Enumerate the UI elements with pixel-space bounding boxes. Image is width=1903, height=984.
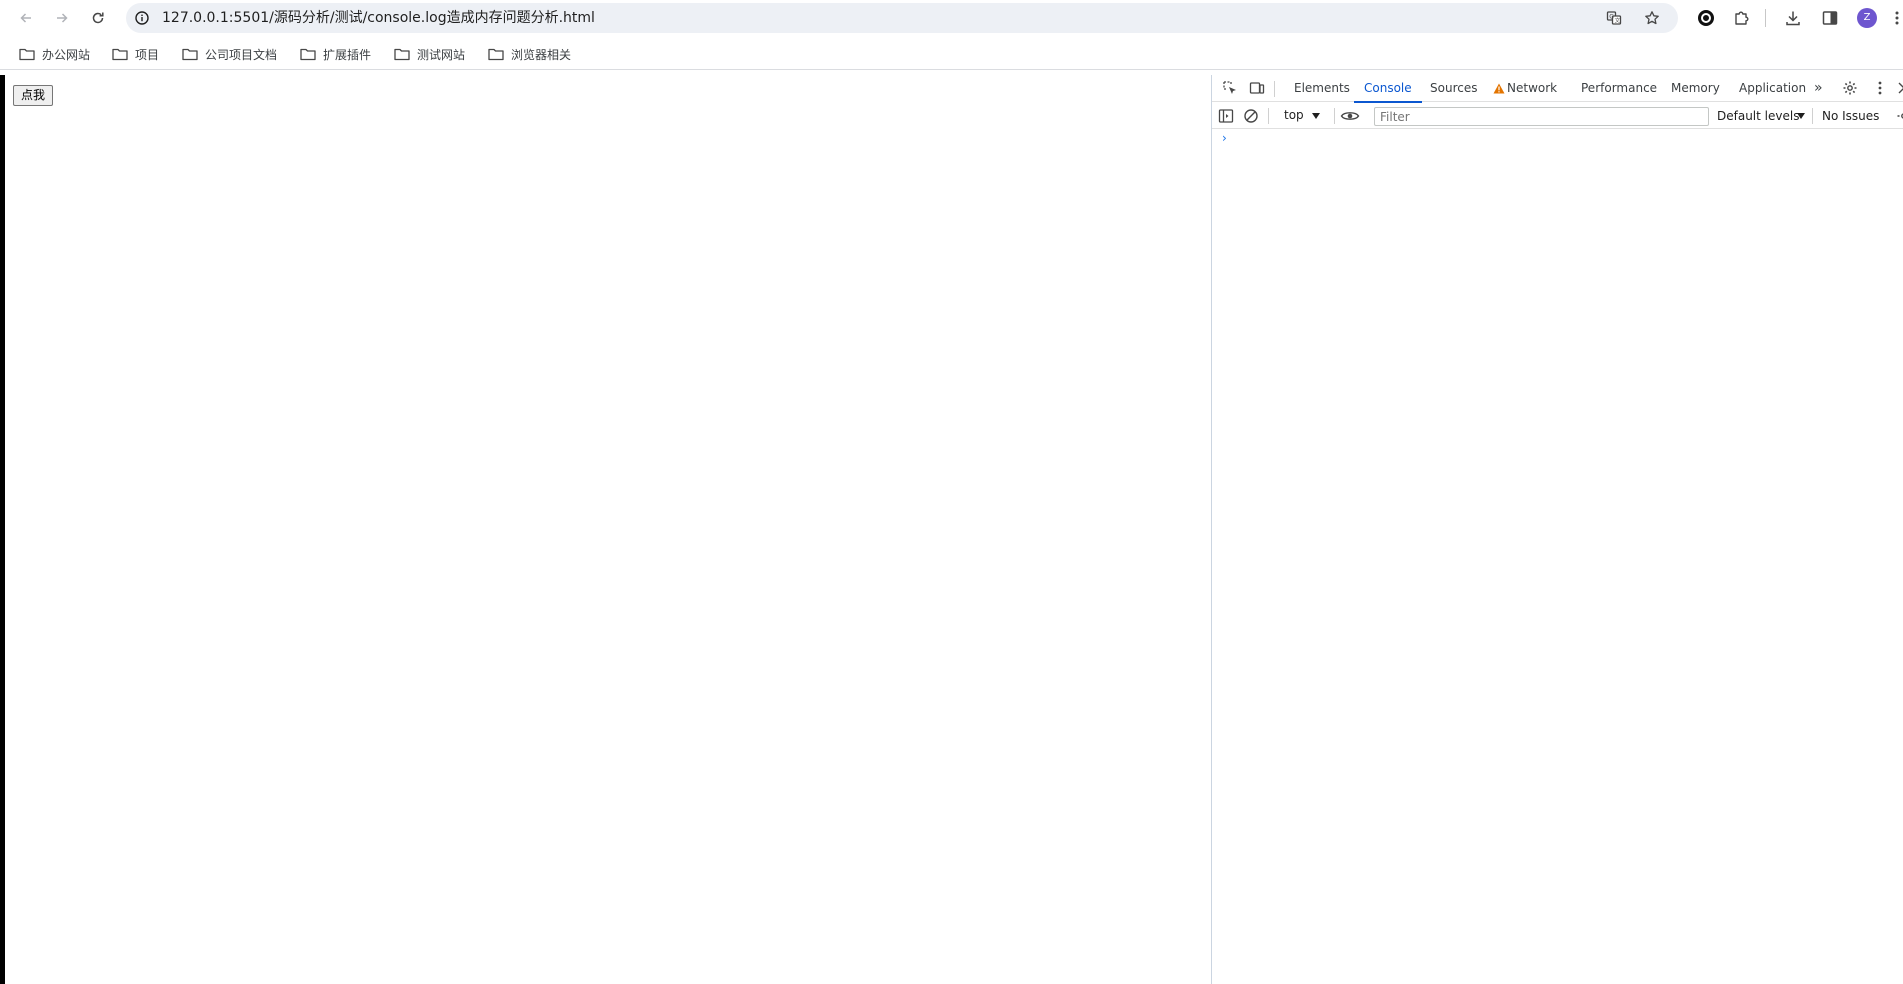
forward-button[interactable] [48, 4, 76, 32]
tab-memory[interactable]: Memory [1671, 75, 1720, 102]
star-icon[interactable] [1644, 10, 1660, 26]
sidebar-toggle-icon[interactable] [1218, 108, 1234, 124]
dropdown-arrow-icon [1312, 113, 1320, 119]
svg-text:文: 文 [1615, 16, 1621, 24]
avatar-initial: Z [1863, 12, 1871, 23]
tab-elements[interactable]: Elements [1294, 75, 1350, 102]
bookmark-label: 办公网站 [42, 47, 91, 62]
devtools-tab-bar: Elements Console Sources Network Perform… [1212, 75, 1903, 103]
translate-icon[interactable]: G文 [1606, 10, 1622, 26]
tab-performance[interactable]: Performance [1581, 75, 1657, 102]
eye-icon[interactable] [1340, 108, 1360, 124]
bookmark-label: 扩展插件 [323, 47, 372, 62]
context-label: top [1284, 108, 1304, 122]
toolbar-divider [1765, 9, 1766, 27]
clear-console-icon[interactable] [1243, 108, 1259, 124]
browser-toolbar: 127.0.0.1:5501/源码分析/测试/console.log造成内存问题… [0, 0, 1903, 36]
dropdown-arrow-icon [1797, 113, 1805, 119]
svg-text:G: G [1609, 13, 1614, 20]
bookmark-folder-office[interactable]: 办公网站 [19, 44, 90, 64]
gear-icon[interactable] [1842, 80, 1858, 96]
bookmarks-bar: 办公网站 项目 公司项目文档 扩展插件 测试网站 浏览器相关 [0, 38, 1903, 70]
window-left-edge [0, 75, 5, 984]
toolbar-divider [1812, 108, 1813, 124]
avatar[interactable]: Z [1857, 8, 1877, 28]
back-arrow-icon [20, 13, 31, 23]
bookmark-folder-extensions[interactable]: 扩展插件 [300, 44, 371, 64]
folder-icon [300, 48, 316, 61]
url-text[interactable]: 127.0.0.1:5501/源码分析/测试/console.log造成内存问题… [162, 9, 595, 27]
folder-icon [182, 48, 198, 61]
download-icon[interactable] [1784, 9, 1802, 27]
kebab-menu-icon[interactable] [1888, 9, 1903, 27]
bookmark-folder-test-sites[interactable]: 测试网站 [394, 44, 465, 64]
inspect-element-icon[interactable] [1222, 80, 1238, 96]
kebab-menu-icon[interactable] [1872, 80, 1888, 96]
toolbar-divider [1334, 108, 1335, 124]
bookmark-folder-projects[interactable]: 项目 [112, 44, 159, 64]
side-panel-icon[interactable] [1821, 9, 1839, 27]
reload-button[interactable] [84, 4, 112, 32]
log-levels-dropdown[interactable]: Default levels [1717, 103, 1807, 129]
bookmark-label: 浏览器相关 [511, 47, 572, 62]
bookmark-label: 项目 [135, 47, 160, 62]
page-viewport: 点我 [0, 75, 1211, 984]
forward-arrow-icon [57, 13, 68, 23]
info-icon[interactable] [134, 10, 150, 26]
folder-icon [488, 48, 504, 61]
console-prompt[interactable]: › [1222, 131, 1227, 145]
tab-console[interactable]: Console [1354, 75, 1422, 103]
gear-icon[interactable] [1896, 108, 1903, 124]
puzzle-icon[interactable] [1733, 9, 1751, 27]
tab-network[interactable]: Network [1507, 75, 1557, 102]
toolbar-divider [1268, 108, 1269, 124]
log-levels-label: Default levels [1717, 109, 1800, 123]
tab-application[interactable]: Application [1739, 75, 1806, 102]
folder-icon [112, 48, 128, 61]
address-bar[interactable]: 127.0.0.1:5501/源码分析/测试/console.log造成内存问题… [126, 3, 1678, 33]
console-toolbar: top Default levels No Issues [1212, 103, 1903, 129]
issues-counter[interactable]: No Issues [1822, 109, 1879, 123]
context-selector[interactable]: top [1272, 103, 1320, 129]
toolbar-divider [1274, 81, 1275, 97]
console-filter-input[interactable] [1374, 107, 1709, 126]
folder-icon [19, 48, 35, 61]
devtools-panel: Elements Console Sources Network Perform… [1211, 75, 1903, 984]
click-me-button[interactable]: 点我 [13, 85, 54, 106]
close-icon[interactable] [1896, 80, 1903, 96]
bookmark-folder-browser[interactable]: 浏览器相关 [488, 44, 571, 64]
bookmark-label: 测试网站 [417, 47, 466, 62]
bookmark-label: 公司项目文档 [205, 47, 278, 62]
device-toolbar-icon[interactable] [1249, 80, 1265, 96]
more-tabs-button[interactable]: » [1814, 75, 1823, 102]
folder-icon [394, 48, 410, 61]
warning-icon [1493, 83, 1505, 94]
bookmark-folder-company-docs[interactable]: 公司项目文档 [182, 44, 277, 64]
tab-sources[interactable]: Sources [1430, 75, 1477, 102]
record-icon[interactable] [1697, 9, 1715, 27]
back-button[interactable] [12, 4, 40, 32]
reload-icon [92, 12, 104, 24]
